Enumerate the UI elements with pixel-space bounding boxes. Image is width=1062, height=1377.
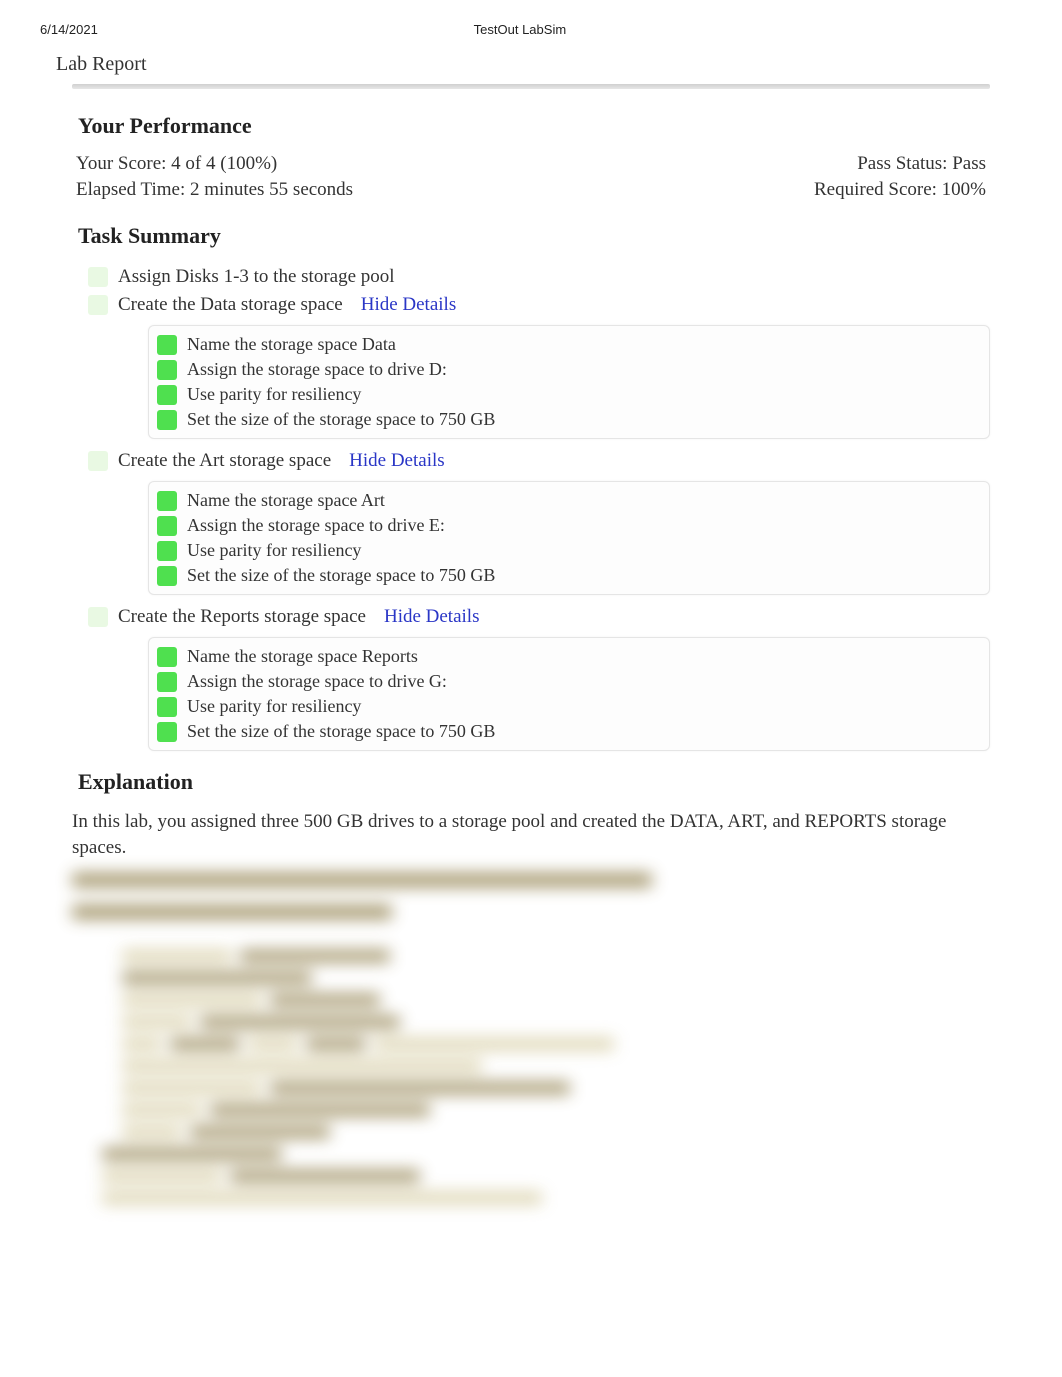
header-date: 6/14/2021	[40, 22, 98, 37]
subtask-label: Set the size of the storage space to 750…	[187, 721, 495, 742]
subtask-item: Name the storage space Reports	[155, 644, 983, 669]
blurred-content	[72, 870, 990, 1200]
subtask-item: Set the size of the storage space to 750…	[155, 719, 983, 744]
check-icon	[157, 672, 177, 692]
subtask-item: Name the storage space Art	[155, 488, 983, 513]
check-icon	[157, 360, 177, 380]
task-label: Create the Data storage space	[118, 294, 343, 316]
task-label: Assign Disks 1-3 to the storage pool	[118, 266, 395, 288]
check-icon	[157, 335, 177, 355]
task-item: Create the Data storage space Hide Detai…	[72, 291, 990, 319]
check-icon	[157, 647, 177, 667]
subtask-item: Assign the storage space to drive G:	[155, 669, 983, 694]
task-list: Assign Disks 1-3 to the storage pool Cre…	[72, 263, 990, 751]
check-icon	[88, 295, 108, 315]
subtask-item: Set the size of the storage space to 750…	[155, 563, 983, 588]
check-icon	[157, 491, 177, 511]
subtask-item: Set the size of the storage space to 750…	[155, 407, 983, 432]
check-icon	[157, 385, 177, 405]
task-label: Create the Reports storage space	[118, 606, 366, 628]
task-item: Create the Art storage space Hide Detail…	[72, 447, 990, 475]
pass-status: Pass Status: Pass	[857, 153, 986, 175]
subtask-item: Assign the storage space to drive D:	[155, 357, 983, 382]
check-icon	[157, 566, 177, 586]
performance-heading: Your Performance	[78, 113, 990, 139]
app-title: TestOut LabSim	[98, 22, 942, 37]
subtask-label: Set the size of the storage space to 750…	[187, 409, 495, 430]
subtask-label: Assign the storage space to drive E:	[187, 515, 445, 536]
task-item: Assign Disks 1-3 to the storage pool	[72, 263, 990, 291]
page-title: Lab Report	[0, 43, 1062, 84]
check-icon	[157, 516, 177, 536]
check-icon	[88, 607, 108, 627]
task-details-panel: Name the storage space Art Assign the st…	[72, 481, 990, 595]
elapsed-time: Elapsed Time: 2 minutes 55 seconds	[76, 179, 353, 201]
task-label: Create the Art storage space	[118, 450, 331, 472]
subtask-label: Use parity for resiliency	[187, 696, 361, 717]
score-value: Your Score: 4 of 4 (100%)	[76, 153, 277, 175]
check-icon	[88, 267, 108, 287]
hide-details-link[interactable]: Hide Details	[384, 606, 480, 628]
subtask-label: Set the size of the storage space to 750…	[187, 565, 495, 586]
subtask-label: Assign the storage space to drive G:	[187, 671, 447, 692]
subtask-label: Name the storage space Reports	[187, 646, 418, 667]
subtask-item: Assign the storage space to drive E:	[155, 513, 983, 538]
explanation-intro: In this lab, you assigned three 500 GB d…	[72, 809, 990, 860]
check-icon	[88, 451, 108, 471]
explanation-heading: Explanation	[78, 769, 990, 795]
check-icon	[157, 722, 177, 742]
subtask-item: Use parity for resiliency	[155, 382, 983, 407]
task-item: Create the Reports storage space Hide De…	[72, 603, 990, 631]
check-icon	[157, 410, 177, 430]
task-details-panel: Name the storage space Data Assign the s…	[72, 325, 990, 439]
subtask-item: Use parity for resiliency	[155, 694, 983, 719]
subtask-label: Name the storage space Art	[187, 490, 385, 511]
check-icon	[157, 697, 177, 717]
subtask-item: Name the storage space Data	[155, 332, 983, 357]
hide-details-link[interactable]: Hide Details	[361, 294, 457, 316]
subtask-label: Name the storage space Data	[187, 334, 396, 355]
subtask-label: Use parity for resiliency	[187, 384, 361, 405]
hide-details-link[interactable]: Hide Details	[349, 450, 445, 472]
required-score: Required Score: 100%	[814, 179, 986, 201]
subtask-item: Use parity for resiliency	[155, 538, 983, 563]
subtask-label: Assign the storage space to drive D:	[187, 359, 447, 380]
subtask-label: Use parity for resiliency	[187, 540, 361, 561]
check-icon	[157, 541, 177, 561]
task-details-panel: Name the storage space Reports Assign th…	[72, 637, 990, 751]
task-summary-heading: Task Summary	[78, 223, 990, 249]
